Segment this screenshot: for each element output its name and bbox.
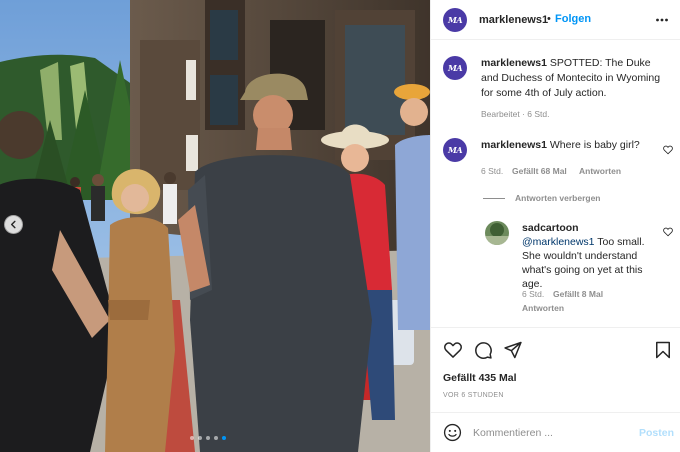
heart-icon[interactable] [443,340,463,360]
comment-composer: Posten [431,412,680,452]
avatar-initials: MA [447,63,463,73]
caption: marklenews1 SPOTTED: The Duke and Duches… [481,56,661,101]
reply-likes[interactable]: Gefällt 8 Mal [553,289,603,299]
comment-avatar[interactable]: MA [443,138,467,162]
carousel-dot[interactable] [214,436,218,440]
bookmark-icon[interactable] [653,340,673,360]
comment-reply-button[interactable]: Antworten [579,166,621,176]
reply-likes-label: Gefällt 8 Mal [553,289,604,299]
more-horizontal-icon[interactable] [655,13,669,27]
reply-reply-label: Antworten [522,303,565,313]
comment-like-heart-icon[interactable] [663,145,673,155]
reply-like-heart-icon[interactable] [663,227,673,237]
comment-text: Where is baby girl? [549,139,640,151]
reply-avatar[interactable] [485,221,509,245]
carousel-dot-active[interactable] [222,436,226,440]
caption-meta: Bearbeitet · 6 Std. [481,109,550,119]
caption-avatar[interactable]: MA [443,56,467,80]
comment-time: 6 Std. [481,166,504,176]
hide-replies-button[interactable]: Antworten verbergen [483,193,601,203]
post-actions: Gefällt 435 Mal VOR 6 STUNDEN [431,327,680,411]
comment-icon[interactable] [473,340,493,360]
reply-avatar-image [485,221,509,245]
comment-likes[interactable]: Gefällt 68 Mal [512,166,567,176]
post-photo[interactable] [0,0,430,452]
carousel-dots [190,436,226,440]
header-separator: • [547,13,551,25]
comment-reply-label: Antworten [579,166,622,176]
author-avatar[interactable]: MA [443,8,467,32]
hide-replies-label: Antworten verbergen [515,193,601,203]
avatar-initials: MA [447,15,463,25]
comment-input[interactable] [473,426,633,440]
author-username[interactable]: marklenews1 [479,14,548,26]
likes-count[interactable]: Gefällt 435 Mal [443,372,517,384]
reply-reply-button[interactable]: Antworten [522,303,564,313]
carousel-prev-button[interactable] [4,215,23,234]
post-comment-button[interactable]: Posten [639,427,674,439]
hide-replies-line [483,197,505,199]
send-icon[interactable] [503,340,523,360]
comments-section[interactable]: MA marklenews1 SPOTTED: The Duke and Duc… [431,41,680,327]
post-timestamp[interactable]: VOR 6 STUNDEN [443,392,504,399]
chevron-left-icon [10,220,16,229]
comment-username[interactable]: marklenews1 [481,139,547,151]
reply: sadcartoon @marklenews1 Too small. She w… [522,221,654,291]
crowd-photo-illustration [0,0,430,452]
comment: marklenews1 Where is baby girl? [481,138,661,153]
caption-username[interactable]: marklenews1 [481,57,547,69]
follow-button[interactable]: Folgen [555,13,591,25]
reply-username[interactable]: sadcartoon [522,222,579,234]
reply-time: 6 Std. [522,289,545,299]
comment-likes-label: Gefällt 68 Mal [512,166,567,176]
carousel-dot[interactable] [198,436,202,440]
emoji-icon[interactable] [443,423,462,442]
avatar-initials: MA [447,145,463,155]
carousel-dot[interactable] [190,436,194,440]
carousel-dot[interactable] [206,436,210,440]
post-header: MA marklenews1 • Folgen [431,0,680,40]
reply-mention[interactable]: @marklenews1 [522,236,595,248]
post-side-panel: MA marklenews1 • Folgen MA marklenews1 S… [430,0,680,452]
